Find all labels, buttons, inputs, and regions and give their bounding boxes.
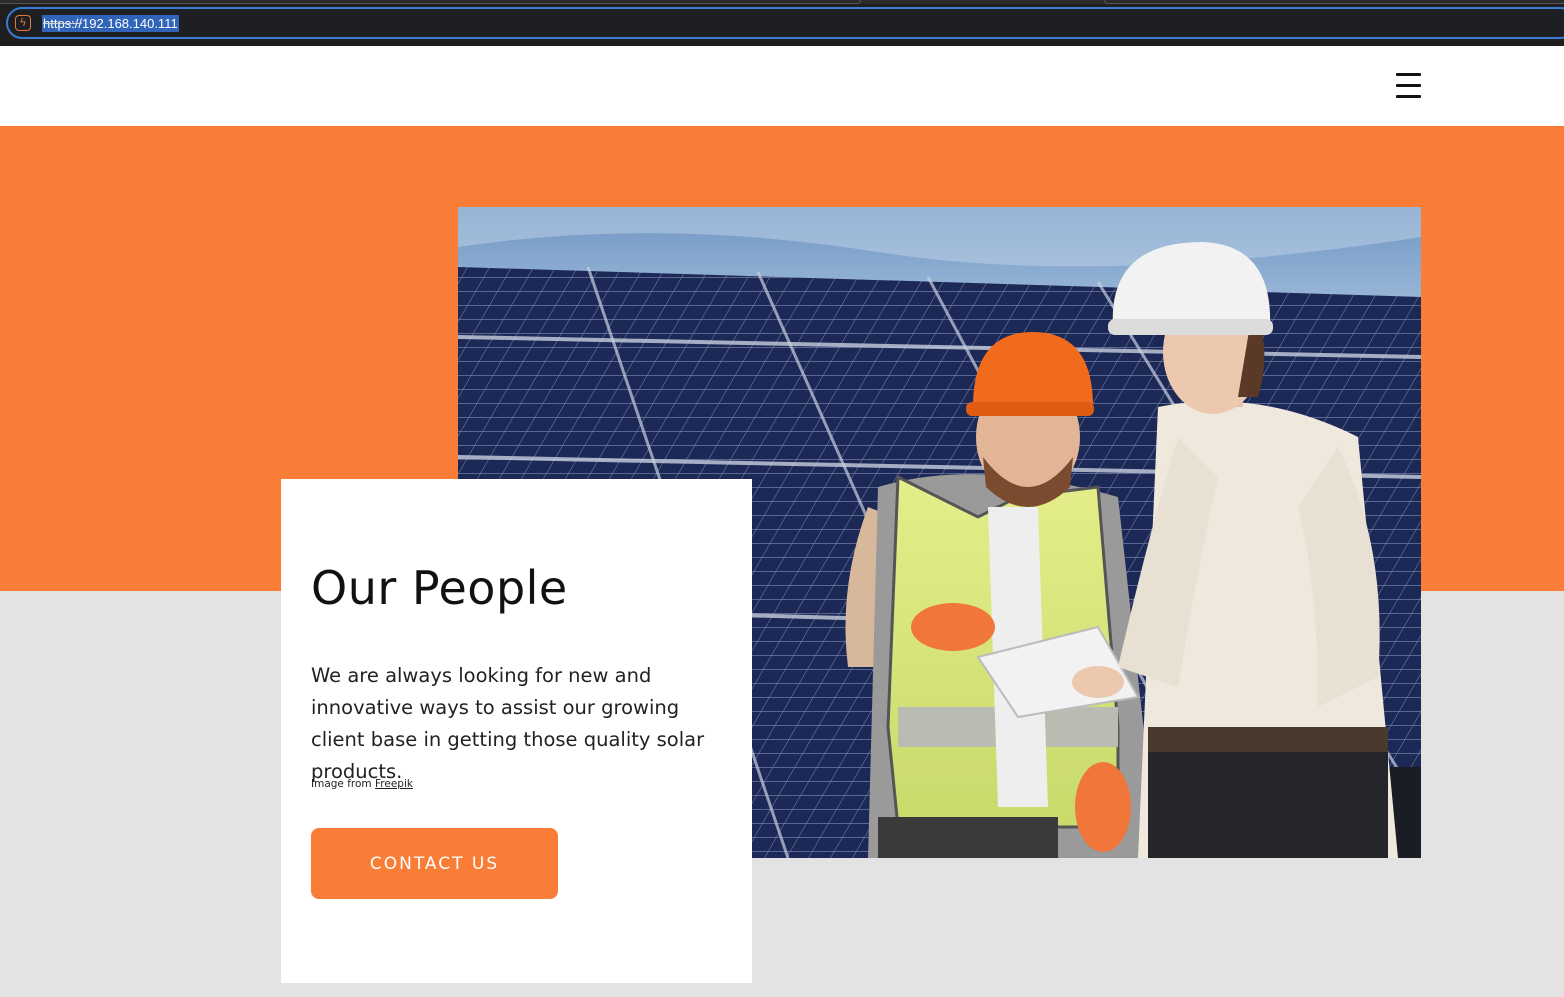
hamburger-menu-icon[interactable] (1394, 72, 1424, 100)
browser-toolbar: ϟ https://192.168.140.111 (0, 0, 1564, 46)
url-host: 192.168.140.111 (82, 16, 178, 31)
site-security-icon[interactable]: ϟ (15, 15, 31, 31)
contact-us-button[interactable]: CONTACT US (311, 828, 558, 899)
address-bar[interactable] (6, 7, 1564, 39)
hero-description: We are always looking for new and innova… (311, 664, 705, 783)
tab[interactable] (0, 0, 861, 4)
image-credit: Image from Freepik (311, 778, 413, 790)
image-credit-prefix: Image from (311, 778, 372, 790)
freepik-link[interactable]: Freepik (375, 778, 413, 790)
tab[interactable] (1104, 0, 1564, 4)
address-bar-url[interactable]: https://192.168.140.111 (42, 15, 179, 32)
page-title: Our People (311, 561, 568, 615)
tab-strip (0, 0, 1564, 4)
site-header (0, 46, 1564, 126)
content-card: Our People We are always looking for new… (281, 479, 752, 983)
url-scheme: https:// (43, 16, 83, 31)
